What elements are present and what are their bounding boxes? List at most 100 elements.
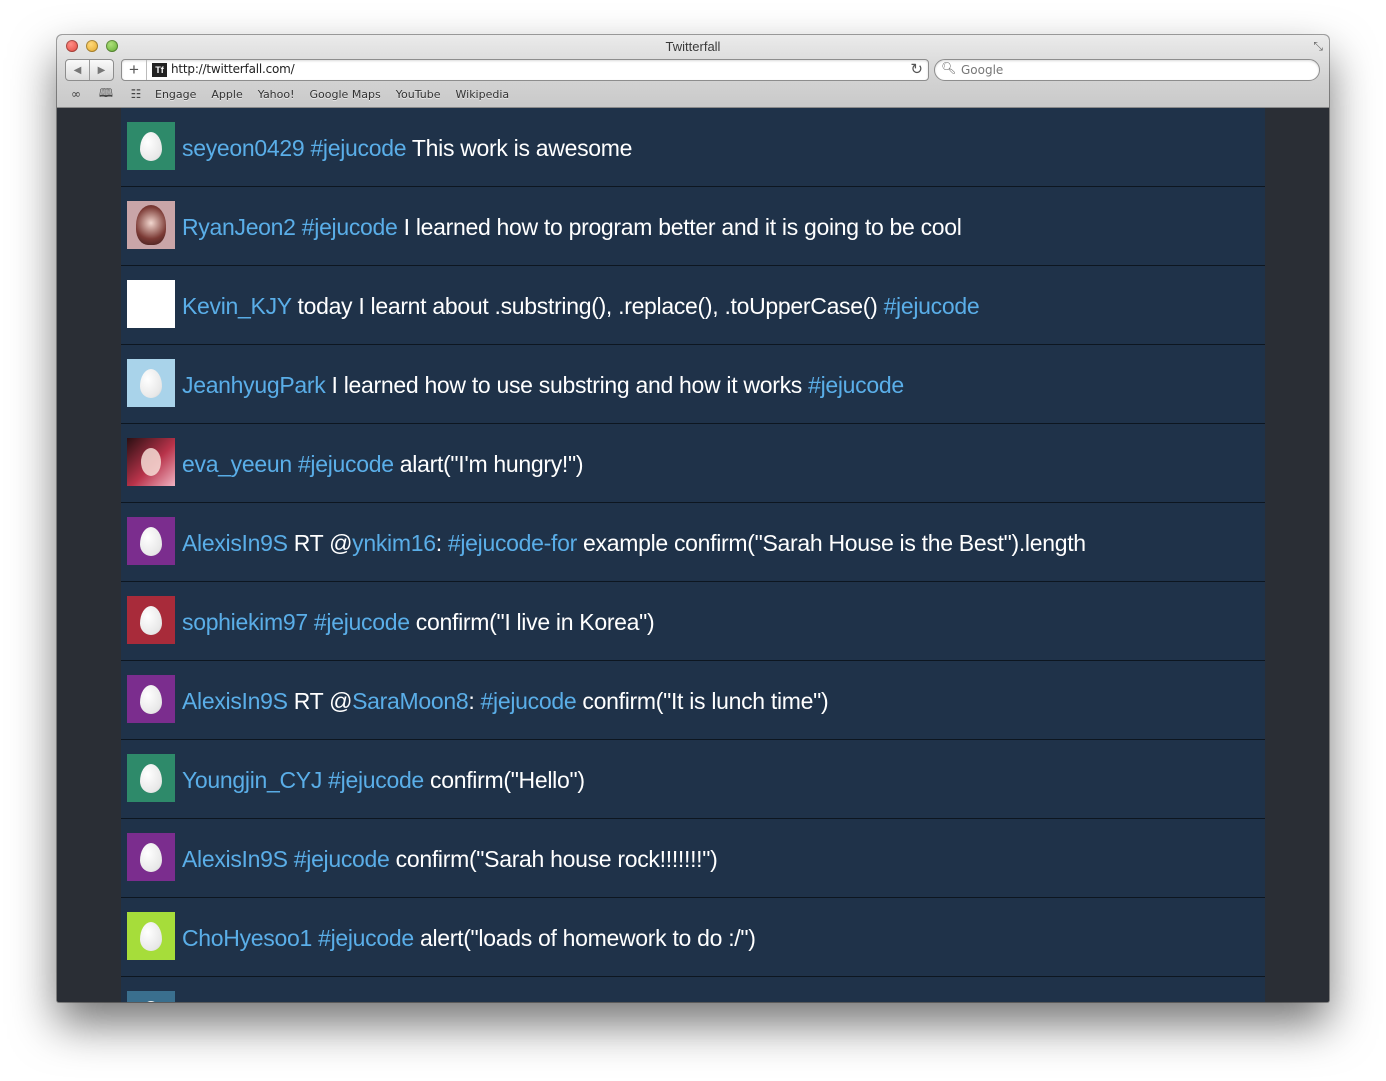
tweet-body-text: confirm("Hello") — [423, 767, 585, 793]
hashtag-link[interactable]: #jejucode-for — [448, 530, 577, 556]
mention-link[interactable]: SaraMoon8 — [352, 688, 469, 714]
browser-window: Twitterfall ⤡ ◀ ▶ + Tf http://twitterfal… — [57, 35, 1329, 1002]
tweet-body-text: I learned how to program better and it i… — [397, 214, 962, 240]
tweet-username-link[interactable]: AlexisIn9S — [182, 688, 288, 714]
tweet-item[interactable]: AlexisIn9S RT @SaraMoon8: #jejucode conf… — [121, 661, 1265, 740]
tweet-body-text: This work is awesome — [406, 135, 633, 161]
bookmark-wikipedia[interactable]: Wikipedia — [456, 88, 510, 101]
tweet-username-link[interactable]: Youngjin_CYJ — [182, 767, 322, 793]
tweet-avatar[interactable] — [127, 675, 175, 723]
tweet-body-text: alart("I'm hungry!") — [393, 451, 584, 477]
forward-button[interactable]: ▶ — [89, 60, 113, 80]
tweet-item[interactable]: eva_yeeun #jejucode alart("I'm hungry!") — [121, 424, 1265, 503]
tweet-body-text: I learned how to use substring and how i… — [325, 372, 809, 398]
hashtag-link[interactable]: #jejucode — [328, 767, 424, 793]
tweet-avatar[interactable] — [127, 359, 175, 407]
tweet-text: ChoHyesoo1 #jejucode alert("loads of hom… — [182, 925, 756, 952]
hashtag-link[interactable]: #jejucode — [884, 293, 980, 319]
tweet-username-link[interactable]: JeanhyugPark — [182, 372, 326, 398]
tweet-text: RyanJeon2 #jejucode I learned how to pro… — [182, 214, 962, 241]
hashtag-link[interactable]: #jejucode — [314, 609, 410, 635]
default-egg-icon — [140, 605, 162, 635]
tweet-item[interactable]: seyeon0429 #jejucode This work is awesom… — [121, 108, 1265, 187]
url-text[interactable]: http://twitterfall.com/ — [171, 62, 295, 76]
tweet-username-link[interactable]: eva_yeeun — [182, 451, 292, 477]
tweet-username-link[interactable]: Kevin_KJY — [182, 293, 292, 319]
tweet-avatar[interactable] — [127, 438, 175, 486]
hashtag-link[interactable]: #jejucode — [318, 925, 414, 951]
bookmark-youtube[interactable]: YouTube — [396, 88, 441, 101]
bookmarks-bar: ∞ 🕮︎ ☷ Engage Apple Yahoo! Google Maps Y… — [65, 85, 524, 103]
tweet-text: seyeon0429 #jejucode This work is awesom… — [182, 135, 632, 162]
tweet-avatar[interactable] — [127, 754, 175, 802]
search-input[interactable] — [961, 61, 1301, 78]
reading-list-icon[interactable]: ∞ — [65, 87, 87, 101]
tweet-feed: seyeon0429 #jejucode This work is awesom… — [121, 108, 1265, 1002]
tweet-body-text: alert("loads of homework to do :/") — [413, 925, 756, 951]
tweet-avatar[interactable] — [127, 280, 175, 328]
default-egg-icon — [140, 842, 162, 872]
plus-icon: + — [129, 60, 139, 79]
add-bookmark-button[interactable]: + — [122, 60, 147, 80]
tweet-item[interactable]: Kevin_KJY today I learnt about .substrin… — [121, 266, 1265, 345]
tweet-username-link[interactable]: RyanJeon2 — [182, 214, 296, 240]
default-egg-icon — [140, 368, 162, 398]
tweet-username-link[interactable]: AlexisIn9S — [182, 530, 288, 556]
browser-toolbar: Twitterfall ⤡ ◀ ▶ + Tf http://twitterfal… — [57, 35, 1329, 108]
hashtag-link[interactable]: #jejucode — [302, 214, 398, 240]
page-viewport[interactable]: seyeon0429 #jejucode This work is awesom… — [57, 108, 1329, 1002]
tweet-item[interactable] — [121, 977, 1265, 1002]
tweet-username-link[interactable]: seyeon0429 — [182, 135, 305, 161]
tweet-item[interactable]: sophiekim97 #jejucode confirm("I live in… — [121, 582, 1265, 661]
tweet-avatar[interactable] — [127, 201, 175, 249]
back-forward-group: ◀ ▶ — [65, 59, 114, 81]
hashtag-link[interactable]: #jejucode — [481, 688, 577, 714]
hashtag-link[interactable]: #jejucode — [298, 451, 394, 477]
tweet-avatar[interactable] — [127, 517, 175, 565]
tweet-text: Youngjin_CYJ #jejucode confirm("Hello") — [182, 767, 585, 794]
search-icon: 🔍︎ — [941, 61, 957, 75]
profile-photo — [141, 448, 161, 476]
tweet-username-link[interactable]: ChoHyesoo1 — [182, 925, 312, 951]
tweet-username-link[interactable]: AlexisIn9S — [182, 846, 288, 872]
bookmark-yahoo[interactable]: Yahoo! — [258, 88, 295, 101]
bookmark-google-maps[interactable]: Google Maps — [310, 88, 381, 101]
hashtag-link[interactable]: #jejucode — [310, 135, 406, 161]
tweet-avatar[interactable] — [127, 912, 175, 960]
address-bar[interactable]: + Tf http://twitterfall.com/ ↻ — [121, 59, 929, 81]
default-egg-icon — [140, 131, 162, 161]
window-title: Twitterfall — [665, 39, 721, 54]
tweet-avatar[interactable] — [127, 833, 175, 881]
tweet-body-text: confirm("It is lunch time") — [576, 688, 829, 714]
hashtag-link[interactable]: #jejucode — [808, 372, 904, 398]
bookmark-apple[interactable]: Apple — [211, 88, 242, 101]
tweet-item[interactable]: AlexisIn9S RT @ynkim16: #jejucode-for ex… — [121, 503, 1265, 582]
tweet-item[interactable]: JeanhyugPark I learned how to use substr… — [121, 345, 1265, 424]
top-sites-grid-icon[interactable]: ☷ — [125, 87, 147, 101]
tweet-text: JeanhyugPark I learned how to use substr… — [182, 372, 904, 399]
tweet-body-text: : — [435, 530, 448, 556]
fullscreen-icon[interactable]: ⤡ — [1313, 39, 1323, 54]
default-egg-icon — [140, 684, 162, 714]
tweet-item[interactable]: AlexisIn9S #jejucode confirm("Sarah hous… — [121, 819, 1265, 898]
default-egg-icon — [140, 1000, 162, 1002]
tweet-body-text: : — [468, 688, 481, 714]
tweet-avatar[interactable] — [127, 991, 175, 1002]
search-field[interactable]: 🔍︎ — [934, 59, 1320, 81]
tweet-item[interactable]: Youngjin_CYJ #jejucode confirm("Hello") — [121, 740, 1265, 819]
hashtag-link[interactable]: #jejucode — [294, 846, 390, 872]
tweet-item[interactable]: ChoHyesoo1 #jejucode alert("loads of hom… — [121, 898, 1265, 977]
tweet-text: AlexisIn9S #jejucode confirm("Sarah hous… — [182, 846, 718, 873]
reload-icon[interactable]: ↻ — [910, 60, 923, 78]
tweet-item[interactable]: RyanJeon2 #jejucode I learned how to pro… — [121, 187, 1265, 266]
mention-link[interactable]: ynkim16 — [352, 530, 436, 556]
bookmark-engage[interactable]: Engage — [155, 88, 196, 101]
tweet-text: Kevin_KJY today I learnt about .substrin… — [182, 293, 980, 320]
tweet-username-link[interactable]: sophiekim97 — [182, 609, 308, 635]
tweet-avatar[interactable] — [127, 596, 175, 644]
bookmarks-book-icon[interactable]: 🕮︎ — [95, 84, 117, 105]
tweet-text: AlexisIn9S RT @ynkim16: #jejucode-for ex… — [182, 530, 1086, 557]
back-button[interactable]: ◀ — [66, 60, 89, 80]
site-favicon: Tf — [152, 63, 167, 77]
tweet-avatar[interactable] — [127, 122, 175, 170]
